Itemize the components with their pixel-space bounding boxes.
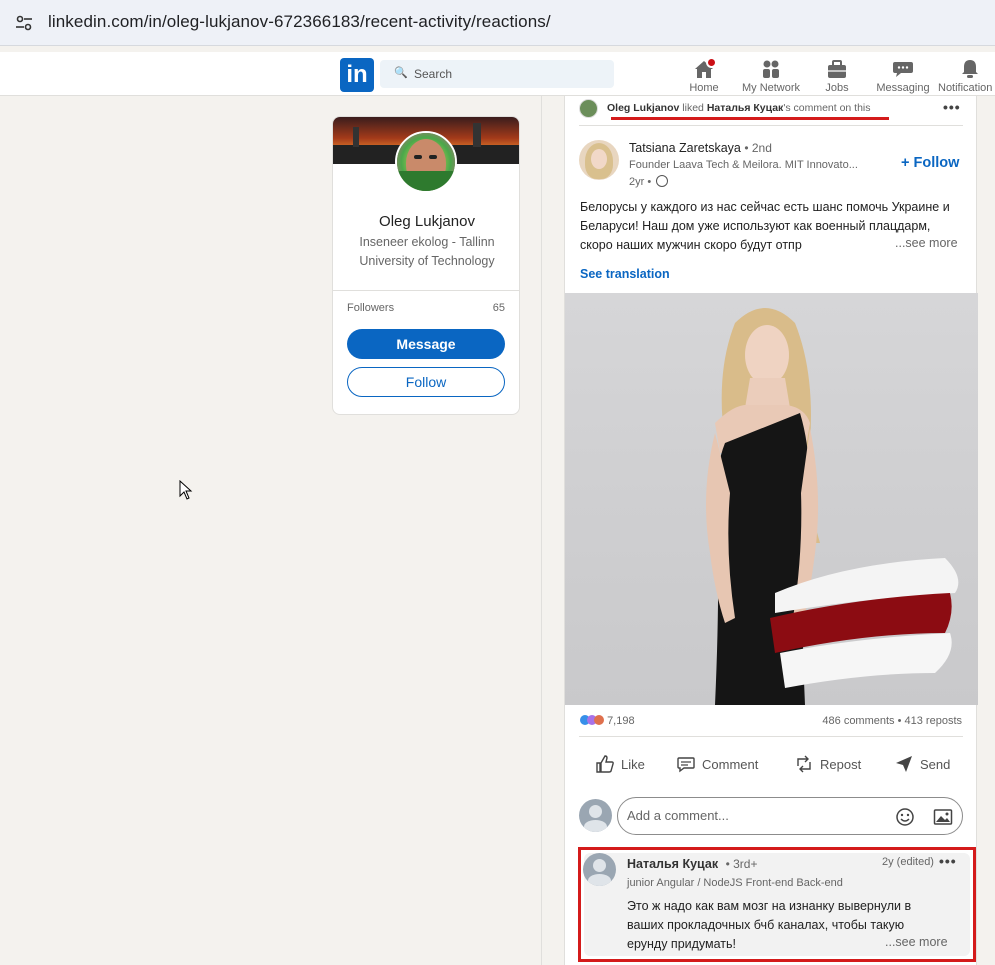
nav-label-jobs: Jobs <box>825 82 849 94</box>
commenter-line: Наталья Куцак • 3rd+ <box>627 857 757 871</box>
counts-divider <box>579 736 963 737</box>
author-name[interactable]: Tatsiana Zaretskaya <box>629 141 741 155</box>
search-placeholder: Search <box>414 67 453 81</box>
send-icon <box>896 756 912 772</box>
activity-actor[interactable]: Oleg Lukjanov <box>607 102 679 114</box>
viewer-avatar <box>579 799 612 832</box>
highlighted-comment: Наталья Куцак • 3rd+ 2y (edited) ••• jun… <box>578 847 976 962</box>
network-icon <box>760 59 782 79</box>
annotation-underline <box>611 117 889 120</box>
message-button[interactable]: Message <box>347 329 505 359</box>
comment-button[interactable]: Comment <box>676 754 758 774</box>
more-options-icon[interactable]: ••• <box>943 99 961 115</box>
post-follow-button[interactable]: + Follow <box>901 155 959 171</box>
author-avatar[interactable] <box>579 140 619 180</box>
author-headline: Founder Laava Tech & Meilora. MIT Innova… <box>629 159 858 171</box>
comments-reposts-count[interactable]: 486 comments • 413 reposts <box>822 715 962 727</box>
nav-item-my-network[interactable]: My Network <box>738 54 804 94</box>
bell-icon <box>959 59 981 79</box>
browser-address-bar: linkedin.com/in/oleg-lukjanov-672366183/… <box>0 0 995 46</box>
url-text[interactable]: linkedin.com/in/oleg-lukjanov-672366183/… <box>48 12 551 32</box>
send-button[interactable]: Send <box>894 754 950 774</box>
nav-item-messaging[interactable]: Messaging <box>874 54 932 94</box>
comment-placeholder: Add a comment... <box>627 808 729 823</box>
like-label: Like <box>621 756 645 772</box>
comment-see-more[interactable]: ...see more <box>881 935 948 949</box>
followers-count: 65 <box>492 302 505 314</box>
reactions-summary[interactable]: 7,198 <box>580 715 635 727</box>
nav-label-messaging: Messaging <box>876 82 930 94</box>
followers-label: Followers <box>347 302 395 314</box>
comment-more-options-icon[interactable]: ••• <box>939 853 957 869</box>
feed-post: Oleg Lukjanov liked Наталья Куцак's comm… <box>564 96 978 965</box>
commenter-degree: • 3rd+ <box>725 857 758 871</box>
follow-button[interactable]: Follow <box>347 367 505 397</box>
activity-header: Oleg Lukjanov liked Наталья Куцак's comm… <box>607 102 871 114</box>
profile-card: Oleg Lukjanov Inseneer ekolog - Tallinn … <box>332 116 520 415</box>
linkedin-logo-icon[interactable]: in <box>340 58 374 92</box>
like-icon <box>596 755 614 773</box>
nav-label-my-network: My Network <box>741 82 801 94</box>
header-divider <box>579 125 963 126</box>
post-image[interactable] <box>565 293 978 705</box>
reactions-count: 7,198 <box>607 715 635 727</box>
commenter-name[interactable]: Наталья Куцак <box>627 857 718 871</box>
mouse-cursor-icon <box>179 479 193 505</box>
like-button[interactable]: Like <box>595 754 645 774</box>
card-divider <box>333 290 519 291</box>
nav-label-home: Home <box>689 82 719 94</box>
love-reaction-icon <box>594 715 604 725</box>
emoji-icon[interactable] <box>895 807 915 832</box>
post-see-more[interactable]: ...see more <box>891 236 958 250</box>
actor-avatar[interactable] <box>579 99 598 118</box>
repost-button[interactable]: Repost <box>794 754 861 774</box>
commenter-headline: junior Angular / NodeJS Front-end Back-e… <box>627 877 843 889</box>
nav-item-home[interactable]: Home <box>688 54 720 94</box>
see-translation-link[interactable]: See translation <box>580 267 670 281</box>
site-settings-icon[interactable] <box>12 11 36 35</box>
post-time: 2yr • <box>629 175 669 188</box>
comment-icon <box>677 757 695 773</box>
author-line: Tatsiana Zaretskaya • 2nd <box>629 141 772 155</box>
globe-icon <box>656 175 669 187</box>
search-icon: 🔍 <box>394 67 408 79</box>
photo-icon[interactable] <box>933 807 953 832</box>
notification-dot <box>706 57 717 68</box>
profile-avatar[interactable] <box>395 131 457 193</box>
search-input[interactable]: 🔍 Search <box>380 60 614 88</box>
comment-label: Comment <box>702 756 759 772</box>
repost-icon <box>797 755 811 773</box>
comment-meta: 2y (edited) <box>882 856 934 868</box>
post-time-text: 2yr • <box>629 176 652 188</box>
activity-suffix: 's comment on this <box>783 102 871 114</box>
top-nav: in 🔍 Search Home My Network Jobs Messagi… <box>0 52 995 96</box>
home-icon <box>693 57 717 79</box>
profile-headline: Inseneer ekolog - Tallinn University of … <box>359 235 495 268</box>
profile-name[interactable]: Oleg Lukjanov <box>333 213 519 230</box>
briefcase-icon <box>826 59 848 79</box>
activity-target[interactable]: Наталья Куцак <box>707 102 784 114</box>
repost-label: Repost <box>820 756 862 772</box>
comment-input[interactable]: Add a comment... <box>617 797 963 835</box>
nav-item-notifications[interactable]: Notification <box>938 54 995 94</box>
nav-label-notifications: Notification <box>938 82 993 94</box>
commenter-avatar[interactable] <box>583 853 616 886</box>
messaging-icon <box>892 59 914 79</box>
activity-verb: liked <box>682 102 704 114</box>
send-label: Send <box>920 756 951 772</box>
nav-item-jobs[interactable]: Jobs <box>822 54 852 94</box>
author-degree: • 2nd <box>744 141 772 155</box>
feed-divider <box>541 96 542 965</box>
